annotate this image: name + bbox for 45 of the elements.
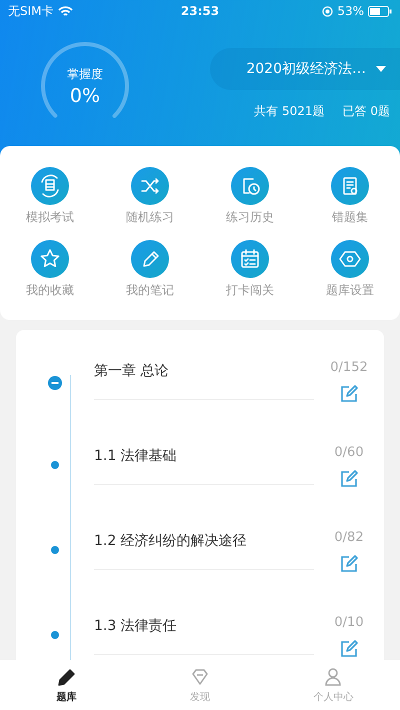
shortcut-button[interactable]: 我的收藏 (0, 240, 100, 299)
shortcut-button[interactable]: 我的笔记 (100, 240, 200, 299)
gauge-label: 掌握度 (67, 66, 103, 82)
progress-count: 0/152 (330, 360, 368, 375)
shortcut-button[interactable]: 打卡闯关 (200, 240, 300, 299)
progress-count: 0/82 (334, 530, 364, 545)
shortcut-button[interactable]: 练习历史 (200, 167, 300, 226)
calendar-icon (231, 240, 269, 278)
shortcut-button[interactable]: 错题集 (300, 167, 400, 226)
total-count: 共有 5021题 (254, 103, 325, 120)
gauge-value: 0% (70, 84, 100, 106)
edit-icon[interactable] (340, 555, 358, 573)
shortcut-button[interactable]: 随机练习 (100, 167, 200, 226)
exam-icon (31, 167, 69, 205)
battery-icon (368, 6, 392, 16)
chapter-title[interactable]: 1.2 经济纠纷的解决途径 (94, 533, 247, 549)
collapse-icon[interactable] (48, 376, 62, 390)
tab-button[interactable]: 发现 (133, 660, 267, 710)
shortcut-button[interactable]: 模拟考试 (0, 167, 100, 226)
edit-icon[interactable] (340, 470, 358, 488)
question-bank-dropdown[interactable]: 2020初级经济法… (210, 48, 400, 90)
timeline-dot-icon (51, 461, 59, 469)
history-icon (231, 167, 269, 205)
shortcut-button[interactable]: 题库设置 (300, 240, 400, 299)
timeline-dot-icon (51, 631, 59, 639)
timeline-dot-icon (51, 546, 59, 554)
clock-text: 23:53 (180, 4, 220, 18)
shuffle-icon (131, 167, 169, 205)
pencil-icon (131, 240, 169, 278)
chapter-title[interactable]: 第一章 总论 (94, 363, 168, 379)
chapter-title[interactable]: 1.1 法律基础 (94, 448, 177, 464)
carrier-text: 无SIM卡 (8, 2, 54, 20)
edit-icon[interactable] (340, 640, 358, 658)
progress-count: 0/10 (334, 615, 364, 630)
chapter-title[interactable]: 1.3 法律责任 (94, 618, 177, 634)
settings-icon (331, 240, 369, 278)
caret-icon (376, 66, 386, 72)
wifi-icon (58, 6, 73, 16)
battery-percent: 53% (337, 4, 364, 18)
edit-icon[interactable] (340, 385, 358, 403)
tab-button[interactable]: 题库 (0, 660, 134, 710)
progress-count: 0/60 (334, 445, 364, 460)
answered-count: 已答 0题 (342, 103, 390, 120)
list-icon (331, 167, 369, 205)
tab-button[interactable]: 个人中心 (266, 660, 400, 710)
